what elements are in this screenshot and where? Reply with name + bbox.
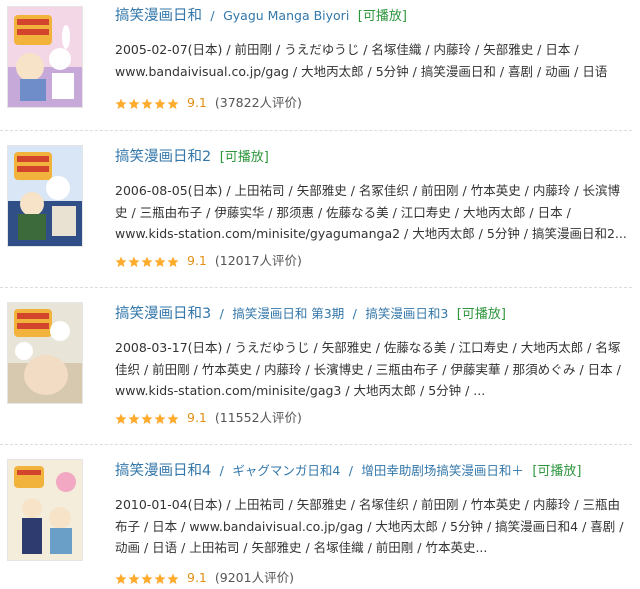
star-icon-filled bbox=[154, 256, 166, 267]
vote-count[interactable]: (11552人评价) bbox=[215, 410, 302, 425]
star-icon bbox=[115, 256, 179, 268]
vote-count[interactable]: (9201人评价) bbox=[215, 570, 294, 585]
cover-image[interactable] bbox=[7, 302, 83, 404]
title-separator: / bbox=[206, 8, 219, 23]
divider bbox=[0, 444, 632, 445]
star-icon-filled bbox=[115, 413, 127, 424]
title-link[interactable]: 搞笑漫画日和2 bbox=[115, 149, 211, 165]
cover-image[interactable] bbox=[7, 459, 83, 561]
divider bbox=[0, 130, 632, 131]
star-icon-filled bbox=[115, 98, 127, 109]
alt-title-link[interactable]: 搞笑漫画日和 第3期 bbox=[232, 306, 344, 321]
playable-link[interactable]: [可播放] bbox=[457, 307, 506, 322]
rating-score: 9.1 bbox=[187, 253, 207, 268]
divider bbox=[0, 287, 632, 288]
result-item: 搞笑漫画日和3 / 搞笑漫画日和 第3期 / 搞笑漫画日和3 [可播放] 200… bbox=[0, 299, 640, 449]
star-icon-filled bbox=[154, 573, 166, 584]
title-separator: / bbox=[215, 306, 228, 321]
rating-row: 9.1 (9201人评价) bbox=[115, 569, 294, 587]
star-icon-filled bbox=[141, 413, 153, 424]
star-icon-filled bbox=[128, 256, 140, 267]
vote-count[interactable]: (12017人评价) bbox=[215, 253, 302, 268]
star-icon-filled bbox=[167, 98, 179, 109]
star-icon-filled bbox=[154, 413, 166, 424]
star-icon bbox=[115, 413, 179, 425]
title-separator: / bbox=[344, 463, 357, 478]
alt-title-link[interactable]: Gyagu Manga Biyori bbox=[223, 8, 349, 23]
result-item: 搞笑漫画日和4 / ギャグマンガ日和4 / 增田幸助剧场搞笑漫画日和＋ [可播放… bbox=[0, 456, 640, 589]
cover-image[interactable] bbox=[7, 145, 83, 247]
star-icon-filled bbox=[167, 256, 179, 267]
star-icon-filled bbox=[115, 573, 127, 584]
star-icon-filled bbox=[154, 98, 166, 109]
title-line: 搞笑漫画日和4 / ギャグマンガ日和4 / 增田幸助剧场搞笑漫画日和＋ [可播放… bbox=[115, 461, 581, 482]
star-icon-filled bbox=[128, 413, 140, 424]
rating-row: 9.1 (37822人评价) bbox=[115, 94, 302, 112]
title-link[interactable]: 搞笑漫画日和4 bbox=[115, 463, 211, 479]
star-icon-filled bbox=[115, 256, 127, 267]
title-separator: / bbox=[215, 463, 228, 478]
star-icon-filled bbox=[141, 98, 153, 109]
alt-title-link[interactable]: 增田幸助剧场搞笑漫画日和＋ bbox=[361, 463, 524, 478]
star-icon bbox=[115, 573, 179, 585]
vote-count[interactable]: (37822人评价) bbox=[215, 95, 302, 110]
rating-score: 9.1 bbox=[187, 410, 207, 425]
alt-title-link[interactable]: ギャグマンガ日和4 bbox=[232, 463, 340, 478]
rating-row: 9.1 (11552人评价) bbox=[115, 409, 302, 427]
result-item: 搞笑漫画日和2 [可播放] 2006-08-05(日本) / 上田祐司 / 矢部… bbox=[0, 142, 640, 292]
title-line: 搞笑漫画日和2 [可播放] bbox=[115, 147, 269, 168]
star-icon-filled bbox=[167, 573, 179, 584]
cover-image[interactable] bbox=[7, 6, 83, 108]
star-icon-filled bbox=[128, 573, 140, 584]
star-icon-filled bbox=[141, 256, 153, 267]
meta-info: 2006-08-05(日本) / 上田祐司 / 矢部雅史 / 名冢佳织 / 前田… bbox=[115, 183, 627, 241]
star-icon-filled bbox=[128, 98, 140, 109]
meta-info: 2005-02-07(日本) / 前田剛 / うえだゆうじ / 名塚佳織 / 内… bbox=[115, 42, 608, 79]
star-icon-filled bbox=[167, 413, 179, 424]
title-line: 搞笑漫画日和3 / 搞笑漫画日和 第3期 / 搞笑漫画日和3 [可播放] bbox=[115, 304, 506, 325]
star-icon-filled bbox=[141, 573, 153, 584]
playable-link[interactable]: [可播放] bbox=[358, 9, 407, 24]
title-separator: / bbox=[348, 306, 361, 321]
rating-row: 9.1 (12017人评价) bbox=[115, 252, 302, 270]
rating-score: 9.1 bbox=[187, 95, 207, 110]
title-link[interactable]: 搞笑漫画日和3 bbox=[115, 306, 211, 322]
meta-info: 2008-03-17(日本) / うえだゆうじ / 矢部雅史 / 佐藤なる美 /… bbox=[115, 340, 621, 398]
alt-title-link[interactable]: 搞笑漫画日和3 bbox=[365, 306, 448, 321]
star-icon bbox=[115, 98, 179, 110]
title-line: 搞笑漫画日和 / Gyagu Manga Biyori [可播放] bbox=[115, 6, 407, 27]
rating-score: 9.1 bbox=[187, 570, 207, 585]
meta-info: 2010-01-04(日本) / 上田祐司 / 矢部雅史 / 名塚佳织 / 前田… bbox=[115, 497, 624, 555]
result-item: 搞笑漫画日和 / Gyagu Manga Biyori [可播放] 2005-0… bbox=[0, 0, 640, 140]
playable-link[interactable]: [可播放] bbox=[220, 150, 269, 165]
search-result-list: 搞笑漫画日和 / Gyagu Manga Biyori [可播放] 2005-0… bbox=[0, 0, 640, 589]
title-link[interactable]: 搞笑漫画日和 bbox=[115, 8, 202, 24]
playable-link[interactable]: [可播放] bbox=[532, 464, 581, 479]
